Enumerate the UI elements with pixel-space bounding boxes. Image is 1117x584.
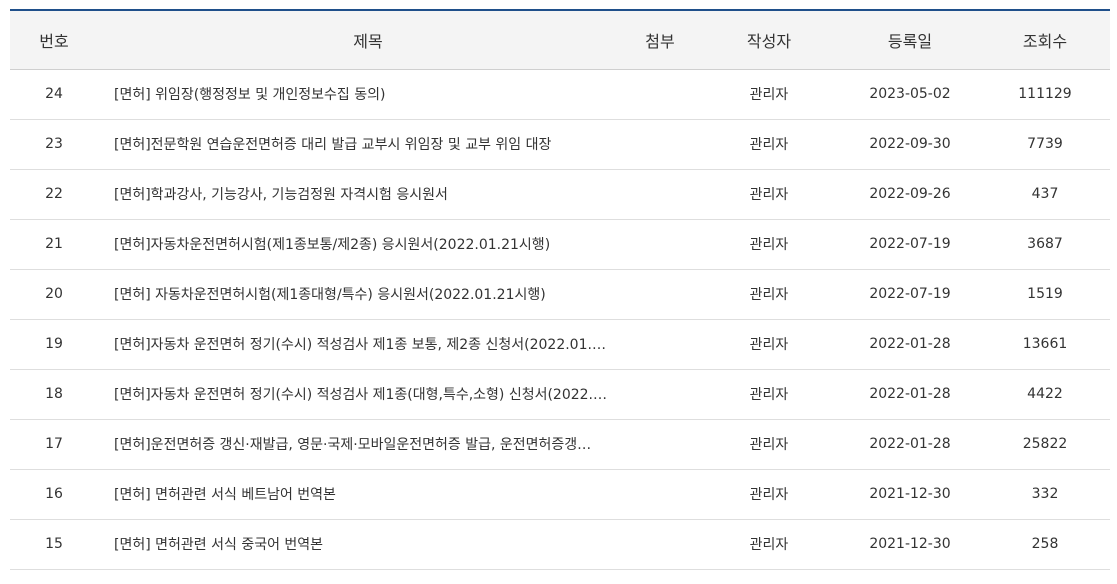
- row-title-cell: [면허]전문학원 연습운전면허증 대리 발급 교부시 위임장 및 교부 위임 대…: [114, 119, 622, 169]
- row-num: 19: [45, 336, 63, 352]
- row-author: 관리자: [749, 87, 789, 103]
- row-date: 2022-01-28: [869, 336, 951, 352]
- row-title-cell: [면허] 면허관련 서식 베트남어 번역본: [114, 469, 622, 519]
- row-date: 2021-12-30: [869, 486, 951, 502]
- row-title-link[interactable]: [면허] 면허관련 서식 중국어 번역본: [114, 537, 323, 553]
- row-title-link[interactable]: [면허]자동차 운전면허 정기(수시) 적성검사 제1종 보통, 제2종 신청서…: [114, 337, 606, 353]
- row-views: 13661: [1022, 336, 1068, 352]
- header-date: 등록일: [840, 11, 980, 70]
- row-date: 2023-05-02: [869, 86, 951, 102]
- header-attachment: 첨부: [622, 11, 698, 70]
- row-num: 23: [45, 136, 63, 152]
- row-title-cell: [면허]학과강사, 기능강사, 기능검정원 자격시험 응시원서: [114, 169, 622, 219]
- row-title-link[interactable]: [면허]전문학원 연습운전면허증 대리 발급 교부시 위임장 및 교부 위임 대…: [114, 137, 551, 153]
- table-header-row: 번호 제목 첨부 작성자 등록일 조회수: [10, 11, 1110, 70]
- row-num: 20: [45, 286, 63, 302]
- board-table: 번호 제목 첨부 작성자 등록일 조회수 24 [면허] 위임장(행정정보 및 개…: [10, 11, 1110, 570]
- row-title-link[interactable]: [면허]운전면허증 갱신·재발급, 영문·국제·모바일운전면허증 발급, 운전면…: [114, 437, 591, 453]
- row-title-link[interactable]: [면허]자동차운전면허시험(제1종보통/제2종) 응시원서(2022.01.21…: [114, 237, 550, 253]
- row-attachment: [622, 369, 698, 419]
- row-num: 17: [45, 436, 63, 452]
- header-title: 제목: [114, 11, 622, 70]
- row-author: 관리자: [749, 437, 789, 453]
- header-author: 작성자: [698, 11, 840, 70]
- row-date: 2022-09-26: [869, 186, 951, 202]
- row-views: 111129: [1018, 86, 1072, 102]
- row-title-link[interactable]: [면허] 위임장(행정정보 및 개인정보수집 동의): [114, 87, 386, 103]
- row-attachment: [622, 119, 698, 169]
- row-attachment: [622, 69, 698, 119]
- row-views: 1519: [1027, 286, 1063, 302]
- row-title-cell: [면허]자동차 운전면허 정기(수시) 적성검사 제1종(대형,특수,소형) 신…: [114, 369, 622, 419]
- row-attachment: [622, 219, 698, 269]
- row-author: 관리자: [749, 387, 789, 403]
- header-views: 조회수: [980, 11, 1110, 70]
- row-title-cell: [면허] 면허관련 서식 중국어 번역본: [114, 519, 622, 569]
- row-title-cell: [면허]자동차 운전면허 정기(수시) 적성검사 제1종 보통, 제2종 신청서…: [114, 319, 622, 369]
- row-views: 437: [1031, 186, 1059, 202]
- row-title-link[interactable]: [면허]자동차 운전면허 정기(수시) 적성검사 제1종(대형,특수,소형) 신…: [114, 387, 607, 403]
- row-date: 2022-07-19: [869, 236, 951, 252]
- table-row[interactable]: 18 [면허]자동차 운전면허 정기(수시) 적성검사 제1종(대형,특수,소형)…: [10, 369, 1110, 419]
- board-list: 번호 제목 첨부 작성자 등록일 조회수 24 [면허] 위임장(행정정보 및 개…: [10, 9, 1110, 570]
- row-date: 2022-07-19: [869, 286, 951, 302]
- row-title-cell: [면허]운전면허증 갱신·재발급, 영문·국제·모바일운전면허증 발급, 운전면…: [114, 419, 622, 469]
- row-attachment: [622, 469, 698, 519]
- row-views: 25822: [1022, 436, 1068, 452]
- header-num: 번호: [10, 11, 98, 70]
- row-attachment: [622, 519, 698, 569]
- row-author: 관리자: [749, 237, 789, 253]
- row-author: 관리자: [749, 337, 789, 353]
- table-row[interactable]: 20 [면허] 자동차운전면허시험(제1종대형/특수) 응시원서(2022.01.…: [10, 269, 1110, 319]
- table-row[interactable]: 21 [면허]자동차운전면허시험(제1종보통/제2종) 응시원서(2022.01.…: [10, 219, 1110, 269]
- row-views: 3687: [1027, 236, 1063, 252]
- row-author: 관리자: [749, 287, 789, 303]
- row-num: 18: [45, 386, 63, 402]
- row-views: 7739: [1027, 136, 1063, 152]
- row-author: 관리자: [749, 187, 789, 203]
- table-row[interactable]: 16 [면허] 면허관련 서식 베트남어 번역본 관리자 2021-12-30 332: [10, 469, 1110, 519]
- row-date: 2022-01-28: [869, 386, 951, 402]
- row-date: 2022-09-30: [869, 136, 951, 152]
- row-title-cell: [면허] 위임장(행정정보 및 개인정보수집 동의): [114, 69, 622, 119]
- row-date: 2022-01-28: [869, 436, 951, 452]
- row-author: 관리자: [749, 537, 789, 553]
- row-title-link[interactable]: [면허]학과강사, 기능강사, 기능검정원 자격시험 응시원서: [114, 187, 448, 203]
- row-num: 21: [45, 236, 63, 252]
- row-title-link[interactable]: [면허] 면허관련 서식 베트남어 번역본: [114, 487, 336, 503]
- row-attachment: [622, 419, 698, 469]
- table-row[interactable]: 15 [면허] 면허관련 서식 중국어 번역본 관리자 2021-12-30 258: [10, 519, 1110, 569]
- row-num: 24: [45, 86, 63, 102]
- table-row[interactable]: 24 [면허] 위임장(행정정보 및 개인정보수집 동의) 관리자 2023-05-0…: [10, 69, 1110, 119]
- row-date: 2021-12-30: [869, 536, 951, 552]
- row-views: 4422: [1027, 386, 1063, 402]
- row-num: 16: [45, 486, 63, 502]
- row-views: 258: [1031, 536, 1059, 552]
- row-title-link[interactable]: [면허] 자동차운전면허시험(제1종대형/특수) 응시원서(2022.01.21…: [114, 287, 546, 303]
- row-num: 15: [45, 536, 63, 552]
- table-row[interactable]: 19 [면허]자동차 운전면허 정기(수시) 적성검사 제1종 보통, 제2종 신…: [10, 319, 1110, 369]
- row-title-cell: [면허] 자동차운전면허시험(제1종대형/특수) 응시원서(2022.01.21…: [114, 269, 622, 319]
- row-title-cell: [면허]자동차운전면허시험(제1종보통/제2종) 응시원서(2022.01.21…: [114, 219, 622, 269]
- row-attachment: [622, 319, 698, 369]
- table-row[interactable]: 17 [면허]운전면허증 갱신·재발급, 영문·국제·모바일운전면허증 발급, 운…: [10, 419, 1110, 469]
- table-row[interactable]: 23 [면허]전문학원 연습운전면허증 대리 발급 교부시 위임장 및 교부 위임…: [10, 119, 1110, 169]
- row-author: 관리자: [749, 487, 789, 503]
- row-views: 332: [1031, 486, 1059, 502]
- row-num: 22: [45, 186, 63, 202]
- row-attachment: [622, 169, 698, 219]
- row-author: 관리자: [749, 137, 789, 153]
- table-row[interactable]: 22 [면허]학과강사, 기능강사, 기능검정원 자격시험 응시원서 관리자 2022…: [10, 169, 1110, 219]
- row-attachment: [622, 269, 698, 319]
